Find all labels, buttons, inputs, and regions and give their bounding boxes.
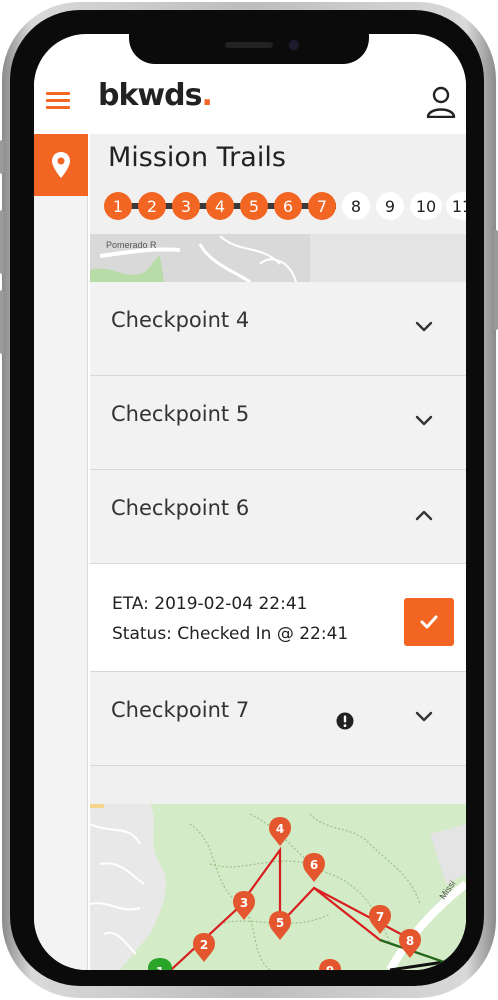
check-in-button[interactable]	[404, 598, 454, 646]
road-label: Pomerado R	[106, 240, 157, 250]
silent-switch	[0, 140, 4, 174]
map-tab[interactable]	[34, 134, 88, 196]
user-icon[interactable]	[426, 86, 456, 118]
speaker-grille	[225, 42, 273, 48]
app-screen: bkwds. Mission Trails 1 2 3 4 5 6 7 8 9	[34, 34, 466, 970]
progress-checkpoint[interactable]: 7	[308, 192, 336, 220]
progress-checkpoint[interactable]: 4	[206, 192, 234, 220]
svg-text:5: 5	[276, 916, 284, 930]
progress-checkpoint[interactable]: 5	[240, 192, 268, 220]
side-rail	[34, 134, 88, 970]
checkpoint-row-4[interactable]: Checkpoint 4	[90, 282, 466, 376]
notch	[129, 34, 369, 64]
checkmark-icon	[420, 615, 438, 629]
progress-checkpoint[interactable]: 2	[138, 192, 166, 220]
map-pin-icon	[52, 152, 70, 178]
volume-down-button	[0, 290, 4, 354]
checkpoint-6-details: ETA: 2019-02-04 22:41 Status: Checked In…	[90, 564, 466, 672]
checkpoint-row-7[interactable]: Checkpoint 7	[90, 672, 466, 766]
checkpoint-row-5[interactable]: Checkpoint 5	[90, 376, 466, 470]
chevron-down-icon[interactable]	[414, 414, 434, 428]
alert-icon	[336, 712, 354, 730]
trail-map[interactable]: 1 2 3 4 5	[90, 804, 466, 970]
status-text: Status: Checked In @ 22:41	[112, 624, 349, 644]
progress-checkpoint[interactable]: 1	[104, 192, 132, 220]
checkpoint-label: Checkpoint 6	[111, 496, 250, 520]
app-header: bkwds.	[34, 68, 466, 134]
svg-text:3: 3	[240, 896, 248, 910]
main-panel: Mission Trails 1 2 3 4 5 6 7 8 9 10 11	[90, 134, 466, 970]
svg-text:6: 6	[310, 858, 318, 872]
volume-up-button	[0, 210, 4, 274]
checkpoint-list: Checkpoint 4 Checkpoint 5 Checkpoint 6 E…	[90, 282, 466, 766]
svg-text:8: 8	[406, 934, 414, 948]
map-canvas: 1 2 3 4 5	[90, 804, 466, 970]
progress-checkpoint[interactable]: 3	[172, 192, 200, 220]
page-title: Mission Trails	[108, 142, 286, 173]
progress-checkpoint[interactable]: 11	[446, 192, 466, 220]
hamburger-menu-icon[interactable]	[46, 92, 70, 110]
chevron-down-icon[interactable]	[414, 320, 434, 334]
checkpoint-row-6[interactable]: Checkpoint 6	[90, 470, 466, 564]
progress-checkpoint[interactable]: 6	[274, 192, 302, 220]
svg-text:1: 1	[156, 965, 164, 970]
eta-text: ETA: 2019-02-04 22:41	[112, 594, 308, 614]
progress-checkpoint[interactable]: 9	[376, 192, 404, 220]
checkpoint-label: Checkpoint 5	[111, 402, 250, 426]
checkpoint-label: Checkpoint 4	[111, 308, 250, 332]
svg-text:2: 2	[200, 938, 208, 952]
chevron-up-icon[interactable]	[414, 508, 434, 522]
progress-checkpoint[interactable]: 10	[410, 192, 442, 220]
map-preview-top[interactable]: Pomerado R	[90, 234, 466, 282]
svg-text:4: 4	[276, 822, 284, 836]
front-camera	[289, 40, 299, 50]
checkpoint-label: Checkpoint 7	[111, 698, 250, 722]
svg-text:9: 9	[326, 964, 334, 970]
map-tiles: Pomerado R	[90, 234, 466, 282]
chevron-down-icon[interactable]	[414, 710, 434, 724]
svg-text:7: 7	[376, 910, 384, 924]
app-logo: bkwds.	[98, 78, 213, 113]
progress-checkpoint[interactable]: 8	[342, 192, 370, 220]
power-button	[494, 230, 498, 330]
